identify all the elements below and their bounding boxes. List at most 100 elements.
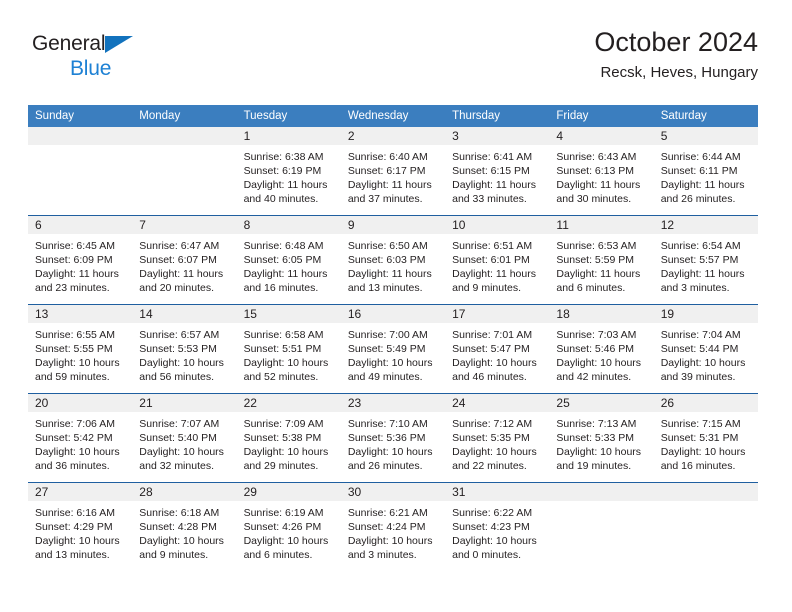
generalblue-logo[interactable]: General Blue [32,32,152,84]
sunrise-text: Sunrise: 6:18 AM [139,507,220,519]
day-cell[interactable]: 12 Sunrise: 6:54 AM Sunset: 5:57 PM Dayligh… [653,216,758,304]
sunset-text: Sunset: 6:13 PM [556,165,635,177]
daylight-text-line1: Daylight: 10 hours [452,446,537,458]
day-cell[interactable]: 7 Sunrise: 6:47 AM Sunset: 6:07 PM Daylight… [132,216,237,304]
day-cell[interactable]: 24 Sunrise: 7:12 AM Sunset: 5:35 PM Dayligh… [445,394,550,482]
day-cell[interactable]: 20 Sunrise: 7:06 AM Sunset: 5:42 PM Dayligh… [28,394,133,482]
day-number-band: 9 [340,216,446,234]
day-number: 14 [139,307,153,321]
daylight-text-line2: and 16 minutes. [660,460,736,472]
daylight-text-line2: and 6 minutes. [556,282,626,294]
day-number: 13 [35,307,49,321]
day-cell[interactable]: 1 Sunrise: 6:38 AM Sunset: 6:19 PM Daylight… [236,127,341,215]
daylight-text-line1: Daylight: 11 hours [347,268,432,280]
daylight-text-line1: Daylight: 11 hours [556,179,641,191]
sunrise-text: Sunrise: 6:55 AM [35,329,115,341]
day-details: Sunrise: 7:10 AM Sunset: 5:36 PM Daylight:… [341,412,445,473]
day-details: Sunrise: 6:57 AM Sunset: 5:53 PM Daylight:… [132,323,236,384]
day-details: Sunrise: 6:16 AM Sunset: 4:29 PM Daylight:… [28,501,132,562]
day-cell[interactable]: 9 Sunrise: 6:50 AM Sunset: 6:03 PM Daylight… [340,216,446,304]
day-details: Sunrise: 7:00 AM Sunset: 5:49 PM Daylight:… [341,323,445,384]
day-number: 23 [347,396,362,410]
day-number-band: 18 [549,305,654,323]
day-cell[interactable]: 23 Sunrise: 7:10 AM Sunset: 5:36 PM Dayligh… [340,394,446,482]
sunset-text: Sunset: 5:38 PM [243,432,322,444]
day-number: 22 [243,396,257,410]
sunset-text: Sunset: 5:57 PM [660,254,739,266]
day-details: Sunrise: 7:01 AM Sunset: 5:47 PM Daylight:… [445,323,549,384]
sunset-text: Sunset: 5:49 PM [347,343,426,355]
sunrise-text: Sunrise: 6:41 AM [452,151,533,163]
day-number: 15 [243,307,257,321]
daylight-text-line2: and 19 minutes. [556,460,632,472]
day-cell[interactable]: 6 Sunrise: 6:45 AM Sunset: 6:09 PM Daylight… [28,216,133,304]
day-cell[interactable]: 31 Sunrise: 6:22 AM Sunset: 4:23 PM Dayligh… [445,483,550,571]
day-number-band: 1 [236,127,341,145]
day-cell[interactable]: 10 Sunrise: 6:51 AM Sunset: 6:01 PM Dayligh… [445,216,550,304]
day-cell[interactable]: 8 Sunrise: 6:48 AM Sunset: 6:05 PM Daylight… [236,216,341,304]
day-cell[interactable]: 2 Sunrise: 6:40 AM Sunset: 6:17 PM Daylight… [340,127,446,215]
day-cell[interactable]: 25 Sunrise: 7:13 AM Sunset: 5:33 PM Dayligh… [549,394,654,482]
triangle-icon [105,36,133,53]
day-number-band: 19 [653,305,758,323]
calendar-grid: Sunday Monday Tuesday Wednesday Thursday… [28,105,758,571]
calendar-week-row: 20 Sunrise: 7:06 AM Sunset: 5:42 PM Dayligh… [28,393,758,482]
day-details: Sunrise: 6:43 AM Sunset: 6:13 PM Daylight:… [549,145,653,206]
sunrise-text: Sunrise: 7:15 AM [660,418,741,430]
weekday-sunday: Sunday [35,110,75,122]
day-cell[interactable]: 28 Sunrise: 6:18 AM Sunset: 4:28 PM Dayligh… [132,483,237,571]
sunset-text: Sunset: 6:01 PM [452,254,530,266]
week-cells: 1 Sunrise: 6:38 AM Sunset: 6:19 PM Daylight… [28,127,758,215]
day-number: 18 [556,307,570,321]
day-cell[interactable]: 17 Sunrise: 7:01 AM Sunset: 5:47 PM Dayligh… [445,305,550,393]
day-cell[interactable]: 18 Sunrise: 7:03 AM Sunset: 5:46 PM Dayligh… [549,305,654,393]
daylight-text-line2: and 29 minutes. [243,460,319,472]
daylight-text-line1: Daylight: 10 hours [452,535,537,547]
day-number: 28 [139,485,153,499]
sunset-text: Sunset: 4:26 PM [243,521,322,533]
day-number-band: 5 [653,127,758,145]
day-number-band: 20 [28,394,133,412]
day-cell[interactable]: 3 Sunrise: 6:41 AM Sunset: 6:15 PM Daylight… [445,127,550,215]
daylight-text-line2: and 26 minutes. [347,460,423,472]
week-cells: 13 Sunrise: 6:55 AM Sunset: 5:55 PM Dayligh… [28,305,758,393]
day-cell[interactable]: 21 Sunrise: 7:07 AM Sunset: 5:40 PM Dayligh… [132,394,237,482]
day-number-band: 10 [445,216,550,234]
daylight-text-line2: and 37 minutes. [347,193,423,205]
daylight-text-line2: and 52 minutes. [243,371,319,383]
calendar-week-row: 1 Sunrise: 6:38 AM Sunset: 6:19 PM Daylight… [28,127,758,215]
day-cell[interactable]: 13 Sunrise: 6:55 AM Sunset: 5:55 PM Dayligh… [28,305,133,393]
sunrise-text: Sunrise: 6:54 AM [660,240,741,252]
day-cell[interactable]: 14 Sunrise: 6:57 AM Sunset: 5:53 PM Dayligh… [132,305,237,393]
day-cell[interactable]: 22 Sunrise: 7:09 AM Sunset: 5:38 PM Dayligh… [236,394,341,482]
day-cell[interactable]: 26 Sunrise: 7:15 AM Sunset: 5:31 PM Dayligh… [653,394,758,482]
sunrise-text: Sunrise: 7:01 AM [452,329,533,341]
day-cell[interactable]: 29 Sunrise: 6:19 AM Sunset: 4:26 PM Dayligh… [236,483,341,571]
day-cell[interactable]: 30 Sunrise: 6:21 AM Sunset: 4:24 PM Dayligh… [340,483,446,571]
daylight-text-line2: and 3 minutes. [660,282,730,294]
day-cell[interactable]: 5 Sunrise: 6:44 AM Sunset: 6:11 PM Daylight… [653,127,758,215]
daylight-text-line2: and 3 minutes. [347,549,417,561]
day-cell[interactable]: 19 Sunrise: 7:04 AM Sunset: 5:44 PM Dayligh… [653,305,758,393]
day-cell[interactable]: 27 Sunrise: 6:16 AM Sunset: 4:29 PM Dayligh… [28,483,133,571]
sunrise-text: Sunrise: 6:38 AM [243,151,324,163]
day-number-band: 29 [236,483,341,501]
day-number-band: 31 [445,483,550,501]
day-cell[interactable]: 15 Sunrise: 6:58 AM Sunset: 5:51 PM Dayligh… [236,305,341,393]
day-number-band: 11 [549,216,654,234]
sunrise-text: Sunrise: 6:21 AM [347,507,428,519]
day-number: 16 [347,307,362,321]
day-number: 3 [452,129,459,143]
daylight-text-line2: and 39 minutes. [660,371,736,383]
day-cell[interactable]: 16 Sunrise: 7:00 AM Sunset: 5:49 PM Dayligh… [340,305,446,393]
week-cells: 20 Sunrise: 7:06 AM Sunset: 5:42 PM Dayligh… [28,394,758,482]
daylight-text-line2: and 20 minutes. [139,282,214,294]
page-header: General Blue October 2024 Recsk, Heves, … [28,26,758,98]
sunrise-text: Sunrise: 6:40 AM [347,151,428,163]
day-cell[interactable]: 11 Sunrise: 6:53 AM Sunset: 5:59 PM Dayligh… [549,216,654,304]
day-cell[interactable]: 4 Sunrise: 6:43 AM Sunset: 6:13 PM Daylight… [549,127,654,215]
sunrise-text: Sunrise: 6:58 AM [243,329,324,341]
day-number-band: 7 [132,216,237,234]
day-details: Sunrise: 6:48 AM Sunset: 6:05 PM Daylight:… [237,234,341,295]
day-details: Sunrise: 6:54 AM Sunset: 5:57 PM Daylight:… [654,234,758,295]
